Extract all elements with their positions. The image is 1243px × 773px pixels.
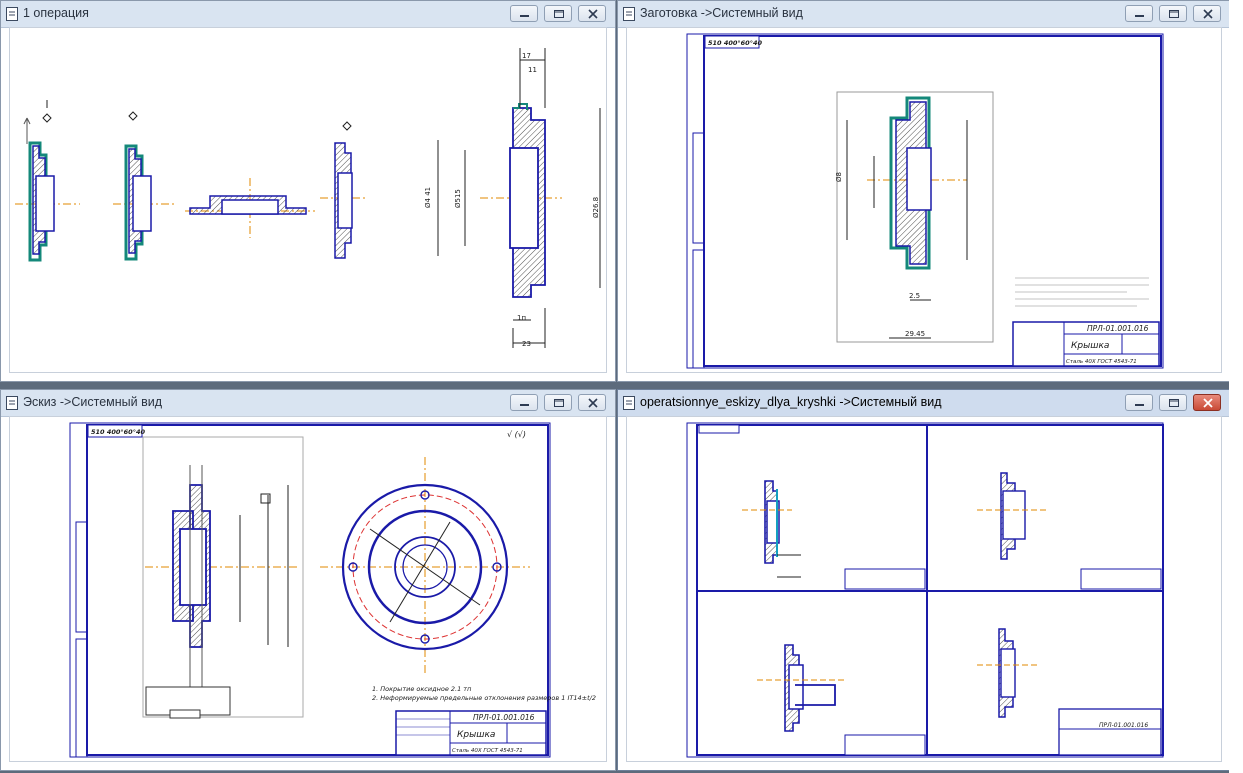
maximize-button[interactable]	[1159, 394, 1187, 411]
close-button[interactable]	[1193, 394, 1221, 411]
corner-mark: 510 400°60°40	[91, 428, 145, 436]
minimize-icon	[1135, 15, 1144, 17]
close-icon	[588, 398, 598, 408]
maximize-icon	[1169, 10, 1179, 18]
document-icon	[623, 7, 635, 21]
window-titlebar[interactable]: Эскиз ->Системный вид	[1, 390, 615, 417]
window-sketch[interactable]: Эскиз ->Системный вид 510 400°60°40 √ (√…	[0, 389, 616, 771]
document-icon	[6, 7, 18, 21]
window-titlebar[interactable]: 1 операция	[1, 1, 615, 28]
close-icon	[1203, 9, 1213, 19]
svg-text:23: 23	[522, 340, 531, 348]
svg-text:Ø515: Ø515	[454, 189, 462, 208]
operation-drawing: 17 11 Ø4 41 Ø515 Ø26.8 23 1п	[15, 48, 601, 348]
part-name: Крышка	[457, 730, 495, 740]
svg-text:1п: 1п	[517, 314, 526, 322]
svg-text:29.45: 29.45	[905, 330, 925, 338]
drawing-code: ПРЛ-01.001.016	[1099, 722, 1148, 729]
window-title: 1 операция	[23, 6, 89, 20]
window-operation-sketches[interactable]: operatsionnye_eskizy_dlya_kryshki ->Сист…	[617, 389, 1231, 771]
minimize-icon	[1135, 404, 1144, 406]
svg-text:√ (√): √ (√)	[507, 430, 526, 439]
drawing-code: ПРЛ-01.001.016	[1087, 324, 1149, 333]
drawing-canvas[interactable]: ПРЛ-01.001.016	[626, 416, 1222, 762]
title-block: ПРЛ-01.001.016 Крышка Сталь 40Х ГОСТ 454…	[1012, 321, 1160, 367]
note-line: 1. Покрытие оксидное 2.1 тп	[372, 685, 471, 693]
close-button[interactable]	[578, 5, 606, 22]
corner-mark: 510 400°60°40	[708, 39, 762, 47]
document-icon	[623, 396, 635, 410]
maximize-button[interactable]	[1159, 5, 1187, 22]
note-line: 2. Неформируемые предельные отклонения р…	[372, 694, 596, 702]
window-title: operatsionnye_eskizy_dlya_kryshki ->Сист…	[640, 395, 942, 409]
drawing-canvas[interactable]: 510 400°60°40 √ (√) 1. Покрытие оксидное…	[9, 416, 607, 762]
svg-text:Ø8: Ø8	[835, 172, 843, 182]
window-op1[interactable]: 1 операция 17 11 Ø4 41 Ø515 Ø26.8 23 1п	[0, 0, 616, 382]
minimize-button[interactable]	[510, 5, 538, 22]
maximize-button[interactable]	[544, 5, 572, 22]
window-titlebar[interactable]: operatsionnye_eskizy_dlya_kryshki ->Сист…	[618, 390, 1230, 417]
part-name: Крышка	[1071, 341, 1109, 351]
close-button[interactable]	[578, 394, 606, 411]
material: Сталь 40Х ГОСТ 4543-71	[452, 748, 523, 754]
close-button[interactable]	[1193, 5, 1221, 22]
tech-requirements	[1015, 277, 1149, 307]
sketch-sheet: 510 400°60°40 √ (√) 1. Покрытие оксидное…	[69, 422, 596, 758]
close-icon	[1203, 398, 1213, 408]
maximize-button[interactable]	[544, 394, 572, 411]
minimize-button[interactable]	[510, 394, 538, 411]
close-icon	[588, 9, 598, 19]
svg-text:17: 17	[522, 52, 531, 60]
maximize-icon	[554, 399, 564, 407]
drawing-code: ПРЛ-01.001.016	[473, 713, 535, 722]
title-block: ПРЛ-01.001.016 Крышка Сталь 40Х ГОСТ 454…	[395, 710, 547, 756]
minimize-button[interactable]	[1125, 394, 1153, 411]
material: Сталь 40Х ГОСТ 4543-71	[1066, 359, 1137, 365]
workspace-scrollbar[interactable]	[1229, 0, 1243, 773]
window-titlebar[interactable]: Заготовка ->Системный вид	[618, 1, 1230, 28]
svg-text:Ø4 41: Ø4 41	[424, 187, 432, 208]
drawing-canvas[interactable]: 510 400°60°40 Ø8 29.45 2.5 ПРЛ-01.001.01…	[626, 27, 1222, 373]
maximize-icon	[1169, 399, 1179, 407]
minimize-icon	[520, 15, 529, 17]
window-title: Эскиз ->Системный вид	[23, 395, 163, 409]
drawing-canvas[interactable]: 17 11 Ø4 41 Ø515 Ø26.8 23 1п	[9, 27, 607, 373]
operation-sketches-sheet: ПРЛ-01.001.016	[686, 422, 1164, 758]
minimize-icon	[520, 404, 529, 406]
svg-text:Ø26.8: Ø26.8	[592, 197, 600, 218]
window-blank[interactable]: Заготовка ->Системный вид 510 400°60°40	[617, 0, 1231, 382]
svg-text:11: 11	[528, 66, 537, 74]
svg-text:2.5: 2.5	[909, 292, 920, 300]
document-icon	[6, 396, 18, 410]
minimize-button[interactable]	[1125, 5, 1153, 22]
drawing-sheet: 510 400°60°40 Ø8 29.45 2.5 ПРЛ-01.001.01…	[686, 33, 1164, 369]
maximize-icon	[554, 10, 564, 18]
window-title: Заготовка ->Системный вид	[640, 6, 803, 20]
